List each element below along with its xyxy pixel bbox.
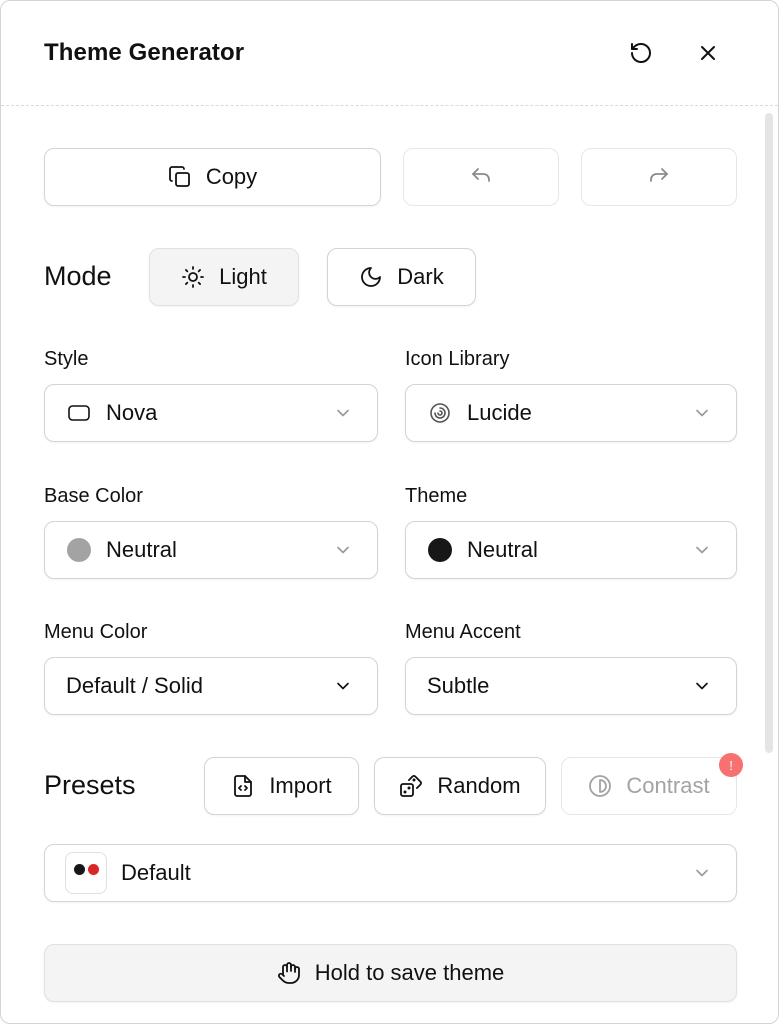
chevron-down-icon	[337, 409, 349, 417]
contrast-label: Contrast	[626, 773, 710, 798]
presets-label: Presets	[44, 770, 136, 800]
menu-accent-select[interactable]: Subtle	[405, 657, 737, 715]
undo-button[interactable]	[403, 148, 559, 206]
random-label: Random	[437, 773, 521, 798]
chevron-down-icon	[696, 869, 708, 877]
menu-color-label: Menu Color	[44, 621, 148, 643]
sun-icon	[182, 266, 205, 288]
mode-label: Mode	[44, 261, 112, 291]
copy-icon	[168, 166, 190, 187]
dark-label: Dark	[397, 264, 444, 289]
rotate-ccw-icon	[631, 43, 651, 63]
file-code-icon	[234, 775, 253, 797]
scrollbar[interactable]	[765, 113, 773, 753]
style-value: Nova	[106, 400, 158, 425]
icon-library-select[interactable]: Lucide	[405, 384, 737, 442]
theme-select[interactable]: Neutral	[405, 521, 737, 579]
preset-value: Default	[121, 860, 191, 885]
hold-to-save-label: Hold to save theme	[314, 960, 505, 985]
theme-generator-panel: Theme Generator Copy Mode Light Dark Sty…	[0, 0, 779, 1024]
chevron-down-icon	[696, 546, 708, 554]
hand-icon	[277, 962, 300, 984]
theme-swatch	[428, 538, 452, 562]
panel-title: Theme Generator	[44, 39, 245, 66]
style-label: Style	[44, 348, 89, 370]
base-color-select[interactable]: Neutral	[44, 521, 378, 579]
chevron-down-icon	[337, 682, 349, 690]
import-button[interactable]: Import	[204, 757, 359, 815]
hold-to-save-button[interactable]: Hold to save theme	[44, 944, 737, 1002]
base-color-value: Neutral	[106, 537, 177, 562]
copy-button[interactable]: Copy	[44, 148, 381, 206]
preset-swatch	[65, 852, 107, 894]
redo-icon	[650, 168, 668, 182]
rounded-rect-icon	[66, 400, 92, 426]
contrast-warning-badge: !	[719, 753, 743, 777]
preset-swatch-red	[88, 864, 99, 875]
panel-header: Theme Generator	[1, 1, 778, 106]
menu-color-value: Default / Solid	[66, 673, 203, 698]
icon-library-value: Lucide	[467, 400, 532, 425]
light-label: Light	[219, 264, 267, 289]
light-mode-button[interactable]: Light	[149, 248, 299, 306]
dice-icon	[400, 775, 423, 797]
contrast-button[interactable]: Contrast	[561, 757, 737, 815]
preset-select[interactable]: Default	[44, 844, 737, 902]
import-label: Import	[269, 773, 332, 798]
preset-swatch-dark	[74, 864, 85, 875]
chevron-down-icon	[337, 546, 349, 554]
style-select[interactable]: Nova	[44, 384, 378, 442]
menu-accent-value: Subtle	[427, 673, 490, 698]
reset-button[interactable]	[623, 35, 659, 71]
close-button[interactable]	[690, 35, 726, 71]
menu-accent-label: Menu Accent	[405, 621, 521, 643]
theme-value: Neutral	[467, 537, 538, 562]
random-button[interactable]: Random	[374, 757, 546, 815]
redo-button[interactable]	[581, 148, 737, 206]
chevron-down-icon	[696, 682, 708, 690]
dark-mode-button[interactable]: Dark	[327, 248, 476, 306]
undo-icon	[472, 168, 490, 182]
icon-library-label: Icon Library	[405, 348, 510, 370]
menu-color-select[interactable]: Default / Solid	[44, 657, 378, 715]
base-color-swatch	[67, 538, 91, 562]
moon-icon	[361, 267, 382, 287]
chevron-down-icon	[696, 409, 708, 417]
base-color-label: Base Color	[44, 485, 143, 507]
theme-label: Theme	[405, 485, 468, 507]
lucide-logo-icon	[427, 400, 453, 426]
contrast-icon	[589, 775, 612, 797]
close-icon	[701, 46, 715, 60]
copy-label: Copy	[205, 164, 258, 189]
